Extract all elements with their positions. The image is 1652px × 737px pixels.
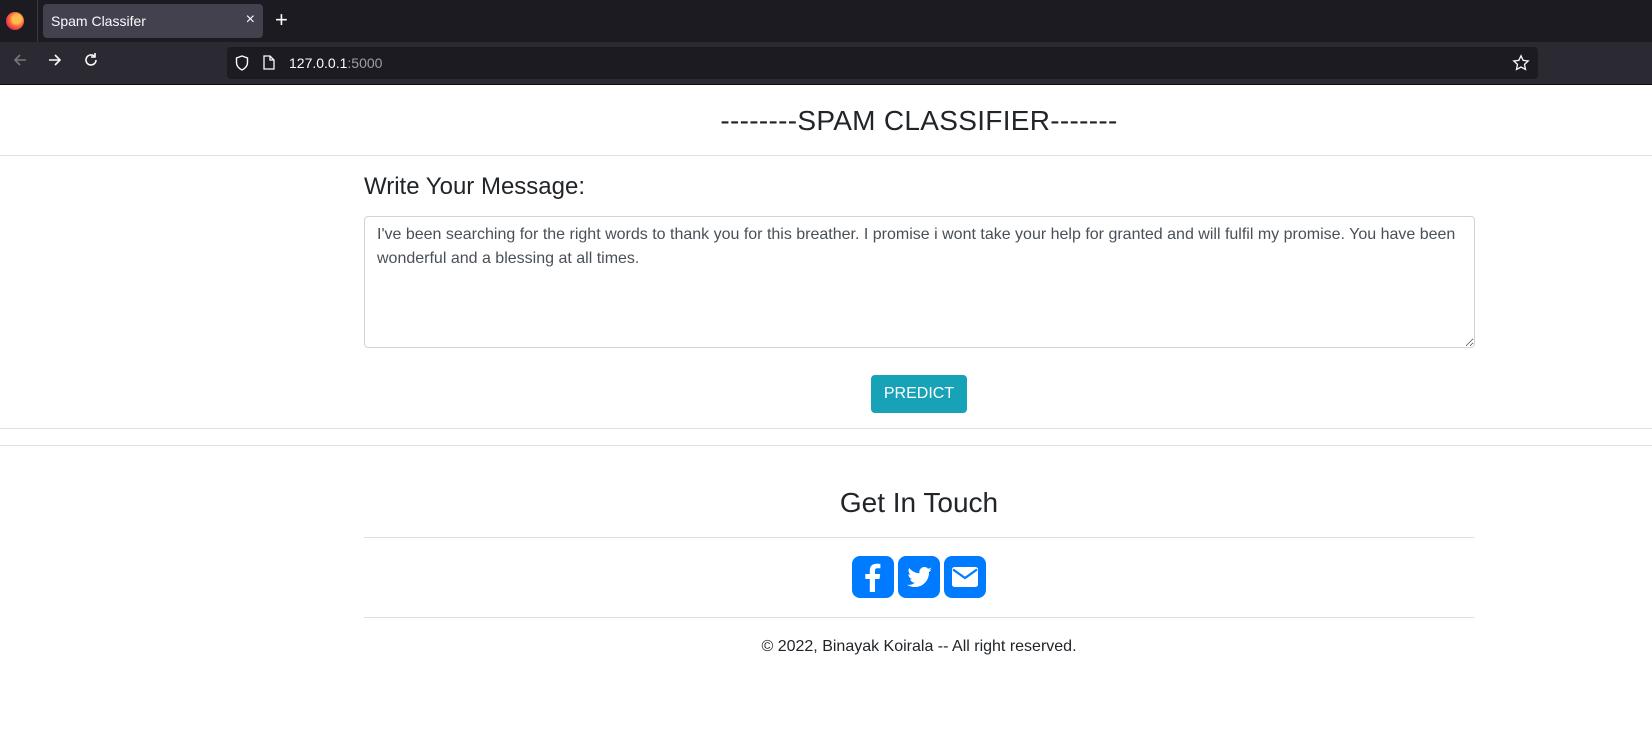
browser-tab[interactable]: Spam Classifer ×: [43, 4, 263, 38]
message-textarea[interactable]: I've been searching for the right words …: [364, 216, 1475, 348]
page-icon: [263, 55, 275, 70]
url-host: 127.0.0.1: [289, 55, 348, 71]
divider: [0, 428, 1652, 429]
contact-title: Get In Touch: [839, 487, 999, 518]
close-tab-icon[interactable]: ×: [246, 11, 255, 29]
divider: [0, 155, 1652, 156]
forward-arrow-icon[interactable]: [43, 51, 67, 75]
copyright-text: © 2022, Binayak Koirala -- All right res…: [761, 638, 1077, 655]
tab-separator: [37, 0, 38, 42]
page-title: --------SPAM CLASSIFIER-------: [720, 105, 1118, 136]
divider: [364, 537, 1474, 538]
back-arrow-icon[interactable]: [8, 51, 32, 75]
divider: [364, 617, 1474, 618]
message-label: Write Your Message:: [364, 173, 586, 200]
bookmark-star-icon[interactable]: [1512, 54, 1530, 72]
browser-tab-bar: Spam Classifer × +: [0, 0, 1652, 42]
envelope-icon[interactable]: [944, 556, 986, 598]
reload-icon[interactable]: [79, 51, 103, 75]
twitter-icon[interactable]: [898, 556, 940, 598]
predict-button[interactable]: PREDICT: [871, 375, 967, 413]
browser-nav-bar: 127.0.0.1:5000: [0, 42, 1652, 85]
shield-icon[interactable]: [235, 55, 249, 71]
url-bar[interactable]: 127.0.0.1:5000: [227, 47, 1538, 79]
tab-title: Spam Classifer: [51, 13, 146, 29]
firefox-logo-icon[interactable]: [6, 12, 24, 30]
page-content: --------SPAM CLASSIFIER------- Write You…: [0, 85, 1652, 737]
divider: [0, 445, 1652, 446]
url-port: :5000: [347, 55, 383, 71]
new-tab-button[interactable]: +: [275, 8, 288, 32]
url-text[interactable]: 127.0.0.1:5000: [289, 55, 382, 71]
facebook-icon[interactable]: [852, 556, 894, 598]
